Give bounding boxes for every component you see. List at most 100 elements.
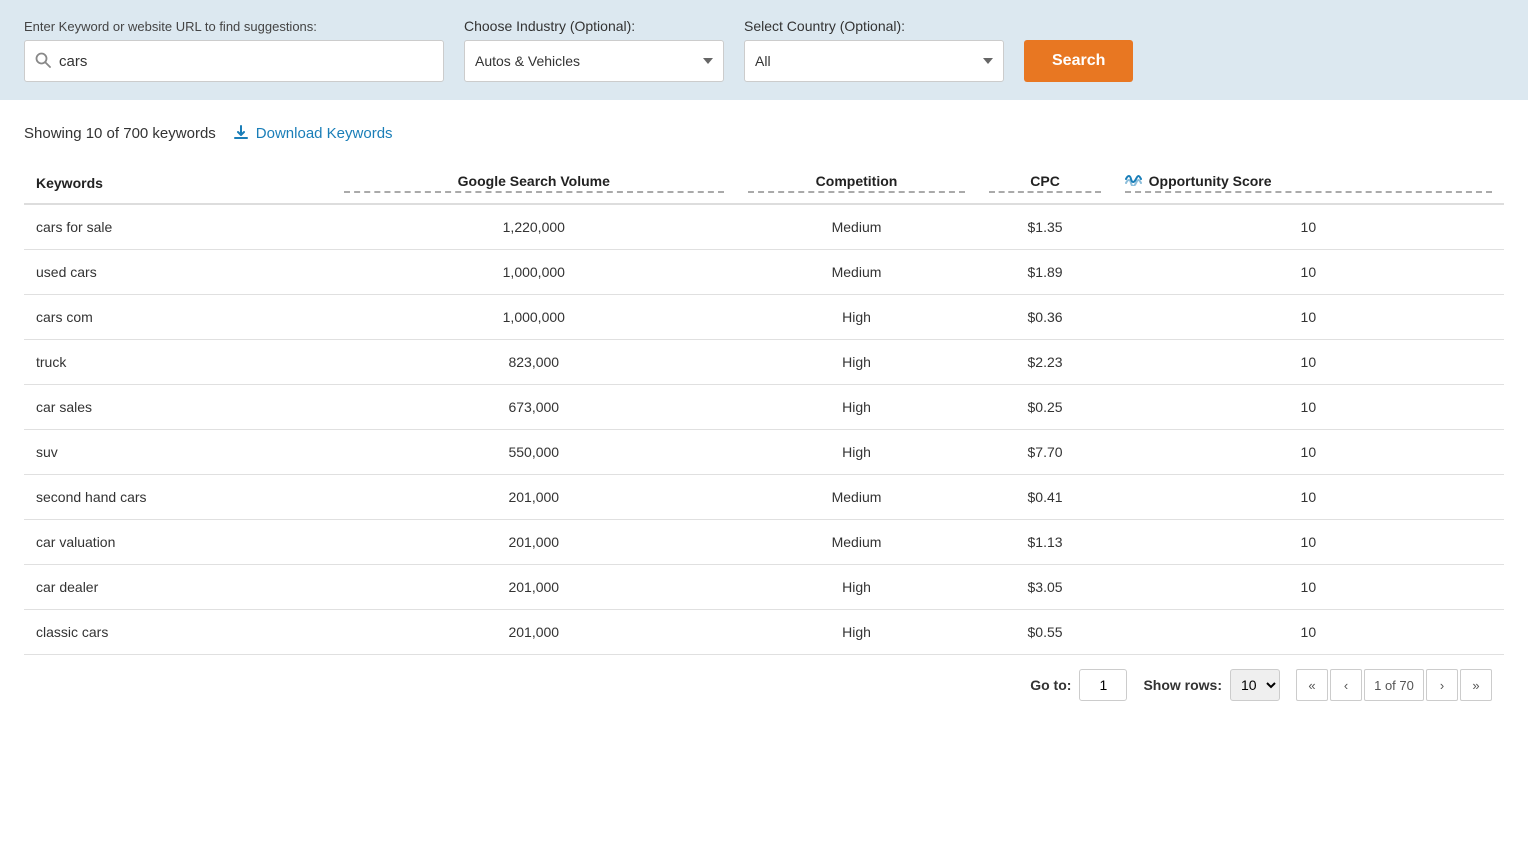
goto-wrap: Go to: bbox=[1030, 669, 1127, 701]
cell-competition: High bbox=[736, 565, 978, 610]
cell-volume: 201,000 bbox=[332, 610, 736, 655]
page-info: 1 of 70 bbox=[1364, 669, 1424, 701]
cell-cpc: $0.55 bbox=[977, 610, 1112, 655]
cell-volume: 1,220,000 bbox=[332, 204, 736, 250]
cell-opportunity: 10 bbox=[1113, 610, 1504, 655]
cell-competition: High bbox=[736, 610, 978, 655]
industry-select[interactable]: All IndustriesAutos & VehiclesBusiness &… bbox=[464, 40, 724, 82]
cell-competition: High bbox=[736, 295, 978, 340]
cell-competition: High bbox=[736, 385, 978, 430]
showing-text: Showing 10 of 700 keywords bbox=[24, 125, 216, 142]
cell-cpc: $1.13 bbox=[977, 520, 1112, 565]
dotted-border-cpc bbox=[989, 191, 1100, 193]
cell-keyword: cars com bbox=[24, 295, 332, 340]
cell-cpc: $0.25 bbox=[977, 385, 1112, 430]
industry-label: Choose Industry (Optional): bbox=[464, 18, 724, 34]
keywords-table: Keywords Google Search Volume Competitio… bbox=[24, 162, 1504, 655]
cell-competition: Medium bbox=[736, 204, 978, 250]
keyword-input[interactable] bbox=[59, 53, 433, 70]
cell-volume: 1,000,000 bbox=[332, 250, 736, 295]
search-icon bbox=[35, 52, 51, 71]
col-competition: Competition bbox=[736, 162, 978, 204]
cell-competition: Medium bbox=[736, 520, 978, 565]
cell-cpc: $1.89 bbox=[977, 250, 1112, 295]
cell-volume: 201,000 bbox=[332, 565, 736, 610]
cell-keyword: used cars bbox=[24, 250, 332, 295]
cell-cpc: $3.05 bbox=[977, 565, 1112, 610]
dotted-border-volume bbox=[344, 191, 724, 193]
download-icon bbox=[232, 124, 250, 142]
cell-competition: High bbox=[736, 340, 978, 385]
table-row: second hand cars 201,000 Medium $0.41 10 bbox=[24, 475, 1504, 520]
download-keywords-link[interactable]: Download Keywords bbox=[232, 124, 393, 142]
cell-cpc: $1.35 bbox=[977, 204, 1112, 250]
showrows-wrap: Show rows: 10 25 50 bbox=[1143, 669, 1280, 701]
dotted-border-competition bbox=[748, 191, 966, 193]
showing-row: Showing 10 of 700 keywords Download Keyw… bbox=[24, 124, 1504, 142]
country-section: Select Country (Optional): AllUnited Sta… bbox=[744, 18, 1004, 82]
cell-opportunity: 10 bbox=[1113, 250, 1504, 295]
goto-input[interactable] bbox=[1079, 669, 1127, 701]
country-select[interactable]: AllUnited StatesUnited KingdomCanadaAust… bbox=[744, 40, 1004, 82]
search-bar: Enter Keyword or website URL to find sug… bbox=[0, 0, 1528, 100]
cell-opportunity: 10 bbox=[1113, 565, 1504, 610]
keyword-label: Enter Keyword or website URL to find sug… bbox=[24, 19, 444, 34]
nav-buttons: « ‹ 1 of 70 › » bbox=[1296, 669, 1492, 701]
goto-label: Go to: bbox=[1030, 677, 1071, 693]
cell-cpc: $2.23 bbox=[977, 340, 1112, 385]
cell-volume: 1,000,000 bbox=[332, 295, 736, 340]
prev-page-button[interactable]: ‹ bbox=[1330, 669, 1362, 701]
cell-opportunity: 10 bbox=[1113, 204, 1504, 250]
table-row: truck 823,000 High $2.23 10 bbox=[24, 340, 1504, 385]
first-page-button[interactable]: « bbox=[1296, 669, 1328, 701]
showrows-label: Show rows: bbox=[1143, 677, 1222, 693]
cell-opportunity: 10 bbox=[1113, 385, 1504, 430]
country-label: Select Country (Optional): bbox=[744, 18, 1004, 34]
table-row: classic cars 201,000 High $0.55 10 bbox=[24, 610, 1504, 655]
cell-competition: Medium bbox=[736, 250, 978, 295]
cell-keyword: truck bbox=[24, 340, 332, 385]
cell-opportunity: 10 bbox=[1113, 475, 1504, 520]
industry-section: Choose Industry (Optional): All Industri… bbox=[464, 18, 724, 82]
cell-cpc: $7.70 bbox=[977, 430, 1112, 475]
cell-cpc: $0.41 bbox=[977, 475, 1112, 520]
download-label: Download Keywords bbox=[256, 125, 393, 142]
cell-opportunity: 10 bbox=[1113, 520, 1504, 565]
col-opportunity: Opportunity Score bbox=[1113, 162, 1504, 204]
col-volume: Google Search Volume bbox=[332, 162, 736, 204]
showrows-select[interactable]: 10 25 50 bbox=[1230, 669, 1280, 701]
table-row: car sales 673,000 High $0.25 10 bbox=[24, 385, 1504, 430]
next-page-button[interactable]: › bbox=[1426, 669, 1458, 701]
pagination-row: Go to: Show rows: 10 25 50 « ‹ 1 of 70 ›… bbox=[24, 655, 1504, 701]
keyword-section: Enter Keyword or website URL to find sug… bbox=[24, 19, 444, 82]
search-button[interactable]: Search bbox=[1024, 40, 1133, 82]
cell-opportunity: 10 bbox=[1113, 295, 1504, 340]
last-page-button[interactable]: » bbox=[1460, 669, 1492, 701]
cell-keyword: car sales bbox=[24, 385, 332, 430]
table-row: car valuation 201,000 Medium $1.13 10 bbox=[24, 520, 1504, 565]
table-row: cars for sale 1,220,000 Medium $1.35 10 bbox=[24, 204, 1504, 250]
table-body: cars for sale 1,220,000 Medium $1.35 10 … bbox=[24, 204, 1504, 655]
table-row: used cars 1,000,000 Medium $1.89 10 bbox=[24, 250, 1504, 295]
cell-keyword: car valuation bbox=[24, 520, 332, 565]
table-row: car dealer 201,000 High $3.05 10 bbox=[24, 565, 1504, 610]
table-row: suv 550,000 High $7.70 10 bbox=[24, 430, 1504, 475]
table-row: cars com 1,000,000 High $0.36 10 bbox=[24, 295, 1504, 340]
content-area: Showing 10 of 700 keywords Download Keyw… bbox=[0, 100, 1528, 721]
cell-keyword: suv bbox=[24, 430, 332, 475]
cell-volume: 823,000 bbox=[332, 340, 736, 385]
col-cpc: CPC bbox=[977, 162, 1112, 204]
cell-volume: 201,000 bbox=[332, 475, 736, 520]
cell-opportunity: 10 bbox=[1113, 340, 1504, 385]
cell-competition: High bbox=[736, 430, 978, 475]
dotted-border-opp bbox=[1125, 191, 1492, 193]
cell-keyword: second hand cars bbox=[24, 475, 332, 520]
cell-competition: Medium bbox=[736, 475, 978, 520]
cell-keyword: car dealer bbox=[24, 565, 332, 610]
cell-volume: 550,000 bbox=[332, 430, 736, 475]
cell-opportunity: 10 bbox=[1113, 430, 1504, 475]
waves-icon bbox=[1125, 172, 1143, 189]
table-header-row: Keywords Google Search Volume Competitio… bbox=[24, 162, 1504, 204]
col-keywords: Keywords bbox=[24, 162, 332, 204]
cell-cpc: $0.36 bbox=[977, 295, 1112, 340]
